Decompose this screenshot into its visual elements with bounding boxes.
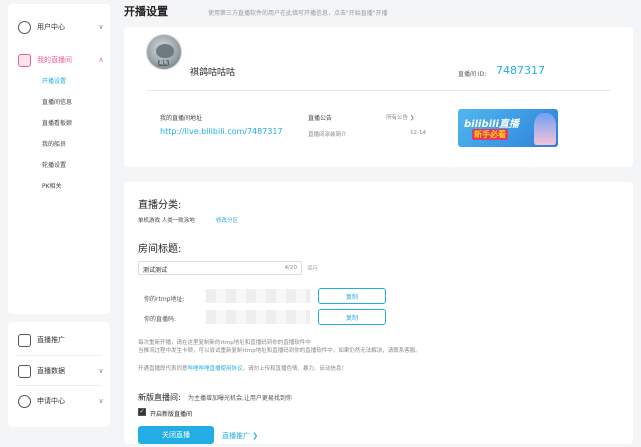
save-title-button[interactable]: 保存 bbox=[307, 264, 318, 272]
chevron-down-icon: ∨ bbox=[98, 23, 104, 31]
sidebar-item-label: 申请中心 bbox=[37, 397, 65, 405]
stream-code-label: 你的直播码: bbox=[144, 316, 177, 323]
sidebar-item-apply-center[interactable]: 申请中心 ∨ bbox=[18, 391, 106, 411]
room-title-heading: 房间标题: bbox=[138, 244, 182, 255]
sidebar-item-user-center[interactable]: 用户中心 ∨ bbox=[18, 17, 106, 37]
room-title-input[interactable]: 测试测试 4/20 bbox=[138, 261, 302, 275]
divider bbox=[146, 90, 611, 91]
announcement-item[interactable]: 直播间涂装简介 bbox=[308, 130, 347, 138]
note-line-1: 每次重新开播，请在这里复制新的rtmp地址和直播码到你的直播软件中 bbox=[138, 340, 311, 346]
chevron-right-icon: ❯ bbox=[252, 432, 259, 440]
divider bbox=[16, 385, 102, 386]
chevron-up-icon: ∧ bbox=[98, 56, 104, 64]
sidebar-item-label: 直播数据 bbox=[37, 367, 65, 375]
promotion-icon bbox=[18, 333, 31, 347]
chevron-right-icon: ❯ bbox=[409, 115, 415, 121]
room-id-label: 直播间 ID: bbox=[458, 71, 487, 78]
profile-card: 裁兔 祺鸽咕咕咕 直播间 ID: 7487317 我的直播间地址 http://… bbox=[124, 27, 633, 167]
copy-code-button[interactable]: 复制 bbox=[318, 309, 386, 325]
announcement-label: 直播公告 bbox=[308, 115, 333, 122]
sidebar-subitem-live-settings[interactable]: 开播设置 bbox=[42, 76, 66, 88]
note-line-3: 开通直播即代表同意哔哩哔哩直播使用协议，请勿上传和直播色情、暴力、反动信息！ bbox=[138, 366, 348, 372]
room-id: 7487317 bbox=[496, 64, 545, 77]
sidebar: 用户中心 ∨ 我的直播间 ∧ 开播设置 直播间信息 直播看板娘 我的船员 轮播设… bbox=[8, 0, 110, 447]
mascot-illustration bbox=[534, 113, 556, 145]
sidebar-item-data[interactable]: 直播数据 ∨ bbox=[18, 361, 106, 381]
user-icon bbox=[18, 20, 31, 34]
avatar-badge: 裁兔 bbox=[158, 60, 169, 66]
beginner-guide-banner[interactable]: bilibili直播 新手必看 bbox=[458, 109, 558, 147]
chart-icon bbox=[18, 364, 31, 378]
banner-title: bilibili直播 bbox=[464, 119, 519, 130]
category-title: 直播分类: bbox=[138, 200, 182, 211]
username: 祺鸽咕咕咕 bbox=[190, 68, 236, 78]
sidebar-subitem-carousel[interactable]: 轮播设置 bbox=[42, 160, 66, 172]
sidebar-item-label: 我的直播间 bbox=[37, 56, 72, 64]
rtmp-address-value bbox=[206, 289, 310, 303]
sidebar-item-label: 用户中心 bbox=[37, 23, 65, 31]
new-room-title: 新版直播间: bbox=[138, 393, 181, 402]
edit-category-link[interactable]: 修改分区 bbox=[216, 216, 238, 224]
char-count: 4/20 bbox=[284, 265, 297, 271]
new-room-desc: 为主播增加曝光机会,让用户更易找到你 bbox=[188, 395, 292, 402]
rtmp-address-label: 你的rtmp地址: bbox=[144, 296, 185, 303]
sidebar-subitem-pk[interactable]: PK相关 bbox=[42, 181, 62, 193]
pigeon-icon bbox=[156, 44, 174, 58]
banner-subtitle: 新手必看 bbox=[472, 129, 508, 140]
room-title-value: 测试测试 bbox=[143, 267, 168, 274]
sidebar-item-label: 直播推广 bbox=[37, 336, 65, 344]
new-room-checkbox[interactable]: ✓ bbox=[138, 408, 146, 416]
sidebar-item-promotion[interactable]: 直播推广 bbox=[18, 330, 106, 350]
chevron-down-icon: ∨ bbox=[98, 397, 104, 405]
close-live-button[interactable]: 关闭直播 bbox=[138, 426, 214, 444]
all-announcements-link[interactable]: 所有公告 ❯ bbox=[386, 113, 414, 121]
new-room-checkbox-label: 开启新版直播间 bbox=[150, 411, 193, 418]
sidebar-main-card: 用户中心 ∨ 我的直播间 ∧ 开播设置 直播间信息 直播看板娘 我的船员 轮播设… bbox=[8, 4, 110, 314]
promote-link[interactable]: 直播推广 ❯ bbox=[222, 431, 258, 441]
divider bbox=[16, 355, 102, 356]
stream-code-value bbox=[206, 310, 310, 324]
sidebar-bottom-card: 直播推广 直播数据 ∨ 申请中心 ∨ bbox=[8, 322, 110, 427]
page-subtitle: 使用第三方直播软件的用户在此填写开播信息，点击"开始直播"开播 bbox=[208, 10, 388, 17]
apply-icon bbox=[18, 394, 31, 408]
sidebar-item-my-room[interactable]: 我的直播间 ∧ bbox=[18, 50, 106, 70]
tv-icon bbox=[18, 53, 31, 67]
announcement-date: 12-14 bbox=[410, 130, 426, 136]
chevron-down-icon: ∨ bbox=[98, 367, 104, 375]
category-value: 单机游戏 人类一败涂地 bbox=[138, 218, 195, 224]
sidebar-subitem-mascot[interactable]: 直播看板娘 bbox=[42, 118, 72, 130]
sidebar-subitem-crew[interactable]: 我的船员 bbox=[42, 139, 66, 151]
room-address-label: 我的直播间地址 bbox=[160, 115, 203, 122]
avatar[interactable]: 裁兔 bbox=[146, 34, 182, 70]
note-line-2: 当推流过程中发生卡顿，可以尝试重新复制rtmp地址和直播码到你的直播软件中，如果… bbox=[138, 348, 421, 354]
copy-rtmp-button[interactable]: 复制 bbox=[318, 288, 386, 304]
agreement-link[interactable]: 哔哩哔哩直播使用协议 bbox=[188, 366, 243, 372]
settings-card: 直播分类: 单机游戏 人类一败涂地 修改分区 房间标题: 测试测试 4/20 保… bbox=[124, 182, 633, 444]
page-title: 开播设置 bbox=[124, 5, 168, 18]
sidebar-subitem-room-info[interactable]: 直播间信息 bbox=[42, 97, 72, 109]
room-address-link[interactable]: http://live.bilibili.com/7487317 bbox=[160, 127, 283, 136]
